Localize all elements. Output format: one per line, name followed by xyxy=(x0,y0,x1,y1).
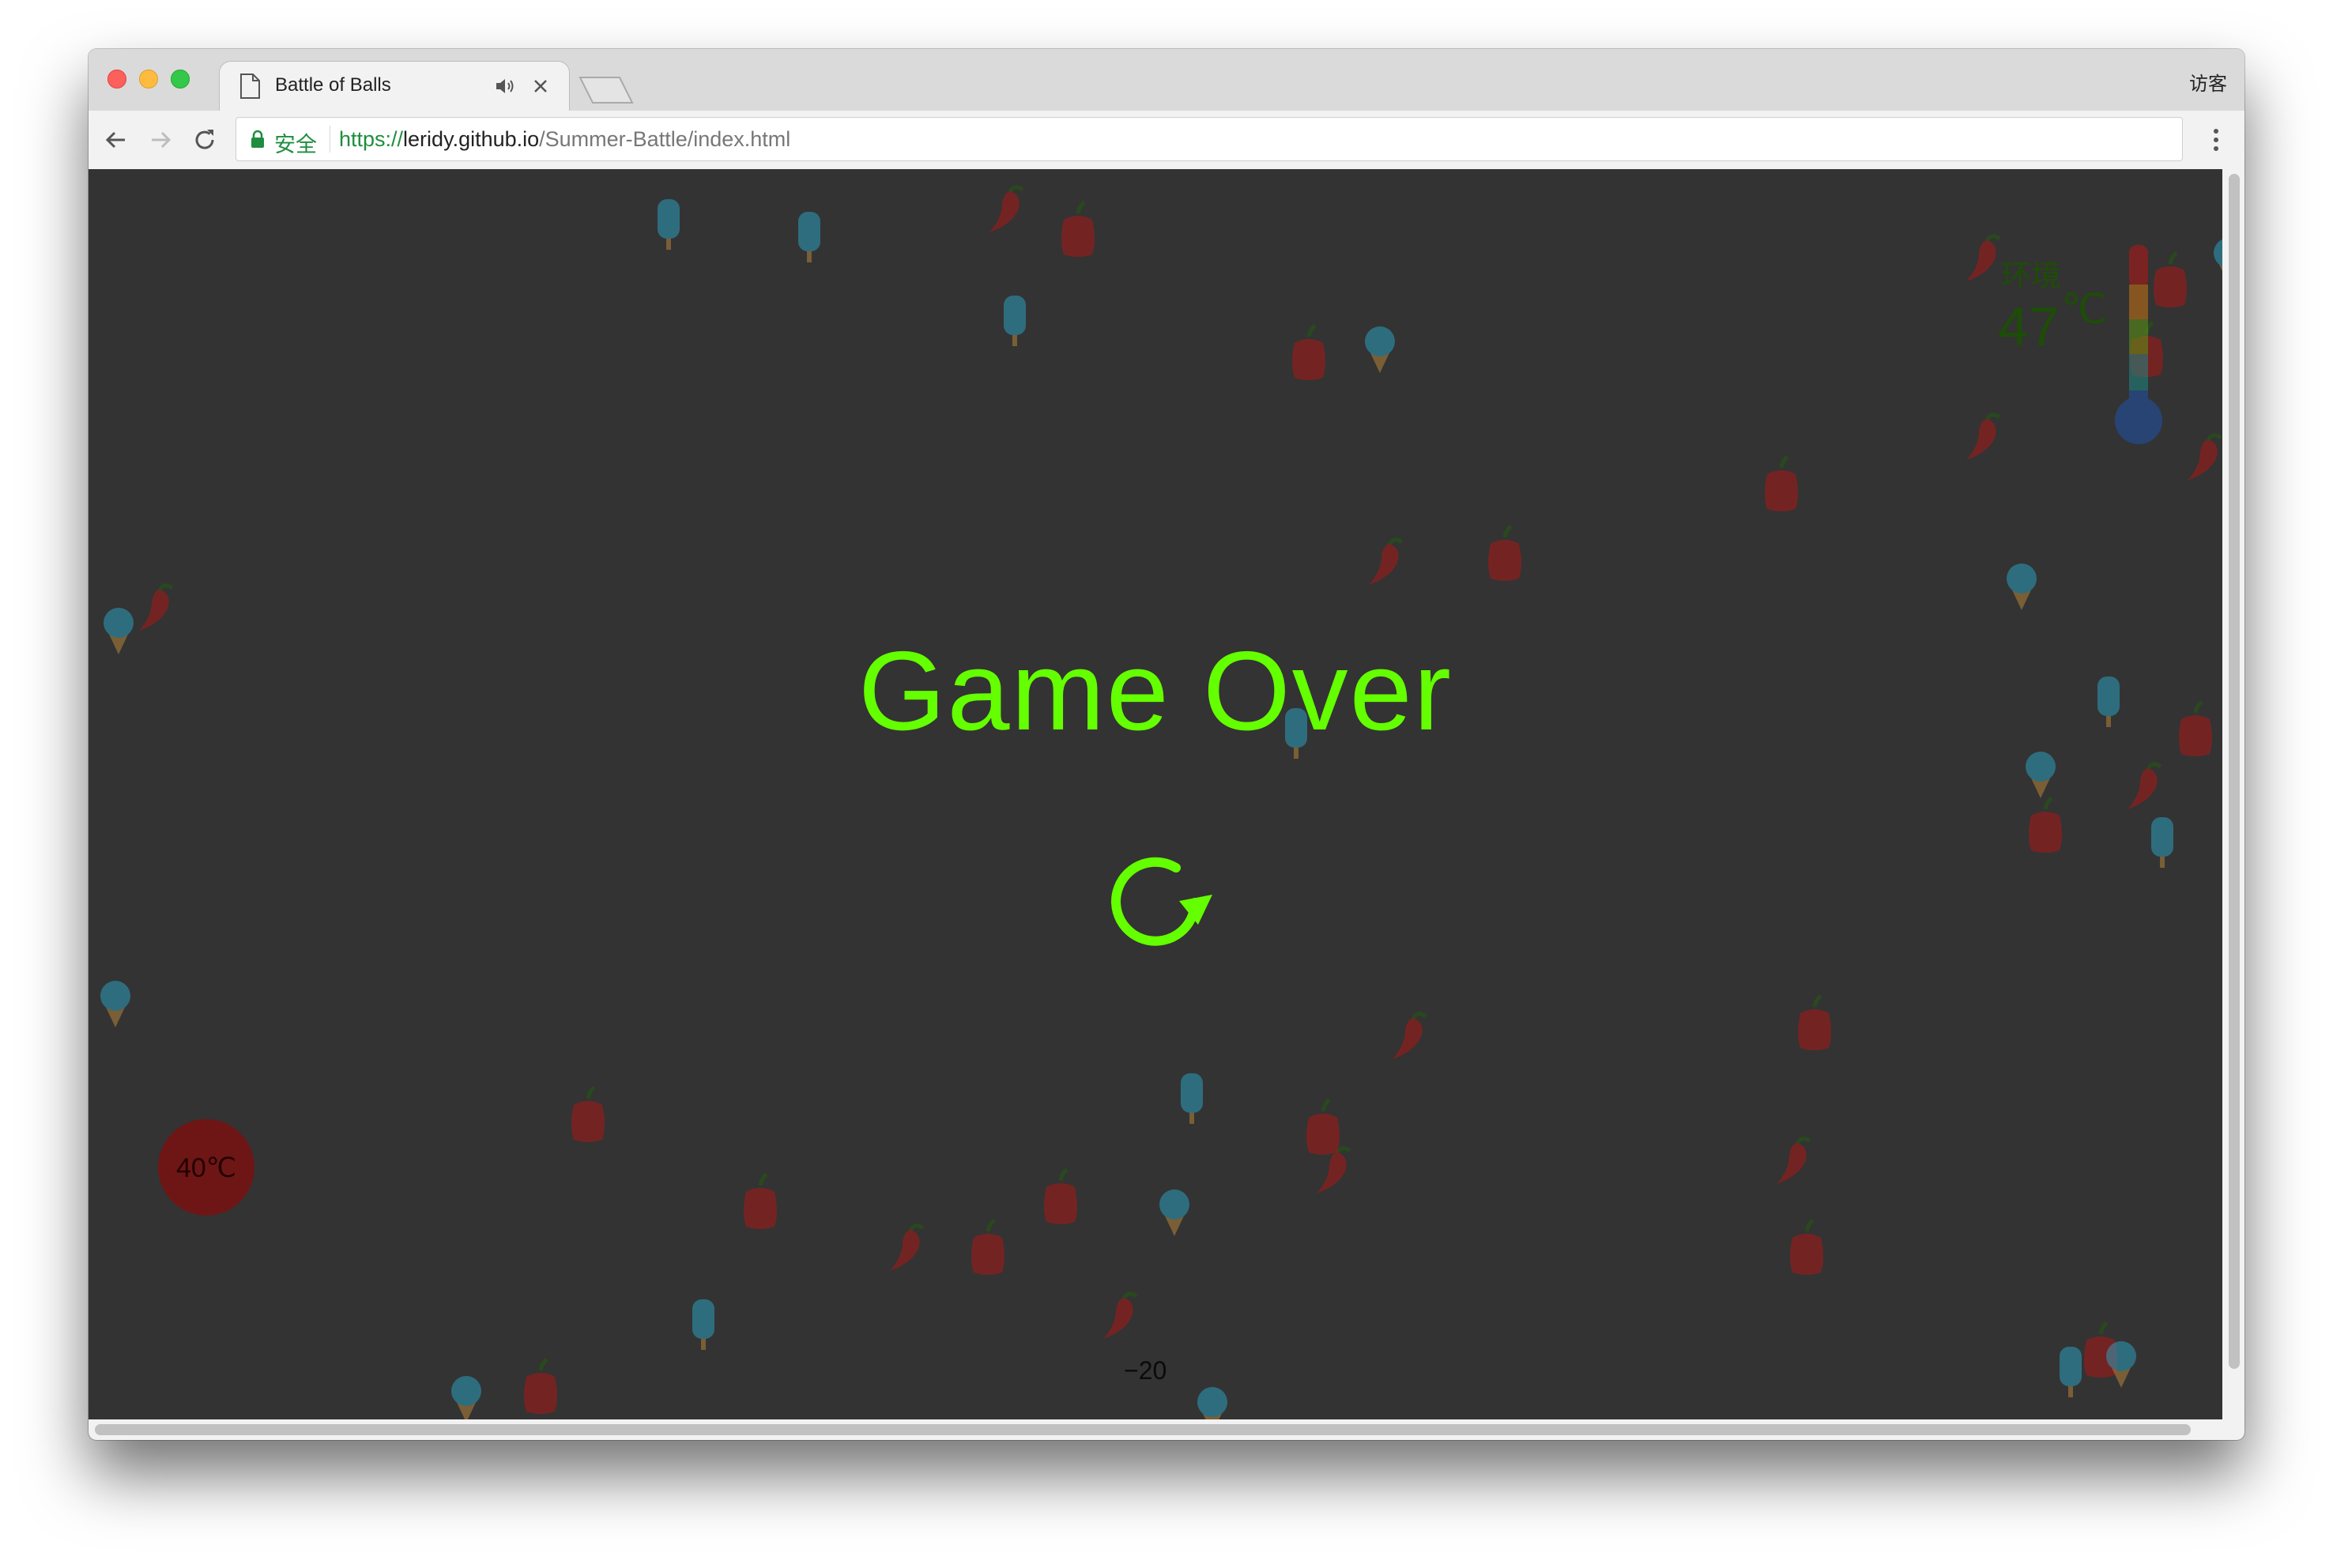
browser-window: Battle of Balls 访客 安全 https://leridy.git… xyxy=(89,49,2244,1440)
url-path: /Summer-Battle/index.html xyxy=(539,127,791,151)
player-temperature: 40℃ xyxy=(175,1153,236,1183)
icecream-sprite xyxy=(1197,1387,1227,1419)
chili-sprite xyxy=(2128,764,2161,809)
game-over-title: Game Over xyxy=(858,628,1453,754)
page-icon xyxy=(240,74,260,99)
chili-sprite xyxy=(1966,415,1999,460)
environment-temperature: 47℃ xyxy=(1998,289,2107,357)
pepper-sprite xyxy=(524,1359,557,1414)
popsicle-sprite xyxy=(692,1299,714,1350)
forward-arrow-icon[interactable] xyxy=(145,125,175,155)
tab-strip: Battle of Balls 访客 xyxy=(89,49,2244,111)
horizontal-scrollbar-thumb[interactable] xyxy=(95,1424,2191,1435)
popsicle-sprite xyxy=(798,212,820,262)
chili-sprite xyxy=(1103,1294,1136,1339)
pepper-sprite xyxy=(1790,1220,1823,1275)
pepper-sprite xyxy=(1765,457,1798,511)
environment-temperature-value: 47 xyxy=(1998,296,2060,357)
audio-icon[interactable] xyxy=(495,77,515,96)
pepper-sprite xyxy=(1292,326,1325,380)
score-change-text: −20 xyxy=(1124,1356,1167,1385)
chili-sprite xyxy=(139,586,172,631)
pepper-sprite xyxy=(2029,798,2062,853)
window-minimize-button[interactable] xyxy=(139,70,158,89)
environment-label: 环境 xyxy=(2001,260,2062,293)
chili-sprite xyxy=(1317,1148,1350,1193)
page-viewport: 40℃ 环境 47℃ Game Over −20 xyxy=(89,169,2244,1440)
icecream-sprite xyxy=(451,1376,481,1419)
icecream-sprites xyxy=(100,238,2222,1419)
close-icon[interactable] xyxy=(532,77,549,95)
pepper-sprite xyxy=(744,1174,777,1229)
icecream-sprite xyxy=(1365,326,1395,373)
popsicle-sprites xyxy=(658,199,2173,1397)
chili-sprite xyxy=(989,187,1023,232)
reload-icon[interactable] xyxy=(190,125,220,155)
icecream-sprite xyxy=(2106,1341,2136,1388)
pepper-sprite xyxy=(1798,996,1831,1050)
browser-tab[interactable]: Battle of Balls xyxy=(220,62,569,111)
window-maximize-button[interactable] xyxy=(171,70,190,89)
profile-label[interactable]: 访客 xyxy=(2189,68,2227,96)
pepper-sprite xyxy=(1044,1170,1077,1224)
game-canvas[interactable] xyxy=(89,169,2222,1419)
chili-sprites xyxy=(139,187,2221,1339)
chili-sprite xyxy=(1369,540,1402,585)
back-arrow-icon[interactable] xyxy=(101,125,131,155)
url-text[interactable]: https://leridy.github.io/Summer-Battle/i… xyxy=(339,127,790,152)
window-close-button[interactable] xyxy=(107,70,126,89)
environment-temperature-unit: ℃ xyxy=(2060,287,2108,333)
pepper-sprite xyxy=(1488,526,1521,581)
address-bar[interactable]: 安全 https://leridy.github.io/Summer-Battl… xyxy=(236,117,2183,161)
pepper-sprite xyxy=(1306,1100,1340,1155)
new-tab-button[interactable] xyxy=(579,76,634,104)
pepper-sprite xyxy=(1061,202,1095,257)
icecream-sprite xyxy=(2007,564,2037,610)
vertical-scrollbar-thumb[interactable] xyxy=(2229,174,2240,1369)
chili-sprite xyxy=(890,1226,923,1271)
popsicle-sprite xyxy=(1004,296,1026,346)
icecream-sprite xyxy=(2214,238,2222,285)
thermometer-icon xyxy=(2115,245,2162,444)
url-host: leridy.github.io xyxy=(403,127,540,151)
icecream-sprite xyxy=(1159,1189,1189,1236)
pepper-sprites xyxy=(524,202,2212,1414)
lock-icon xyxy=(251,130,264,148)
popsicle-sprite xyxy=(658,199,680,250)
pepper-sprite xyxy=(571,1087,605,1142)
pepper-sprite xyxy=(971,1220,1004,1275)
url-scheme: https:// xyxy=(339,127,404,151)
popsicle-sprite xyxy=(2151,817,2173,868)
popsicle-sprite xyxy=(1181,1073,1203,1124)
player-ball: 40℃ xyxy=(158,1119,254,1216)
icecream-sprite xyxy=(2026,752,2056,798)
chili-sprite xyxy=(1777,1139,1810,1184)
chili-sprite xyxy=(1966,236,1999,281)
refresh-icon[interactable] xyxy=(1097,842,1215,961)
toolbar: 安全 https://leridy.github.io/Summer-Battl… xyxy=(89,111,2244,170)
menu-dots-icon[interactable] xyxy=(2207,123,2226,156)
icecream-sprite xyxy=(100,981,130,1027)
chili-sprite xyxy=(1393,1014,1426,1059)
popsicle-sprite xyxy=(2060,1347,2082,1397)
secure-label: 安全 xyxy=(274,133,317,156)
tab-title: Battle of Balls xyxy=(275,74,391,96)
chili-sprite xyxy=(2188,435,2221,481)
